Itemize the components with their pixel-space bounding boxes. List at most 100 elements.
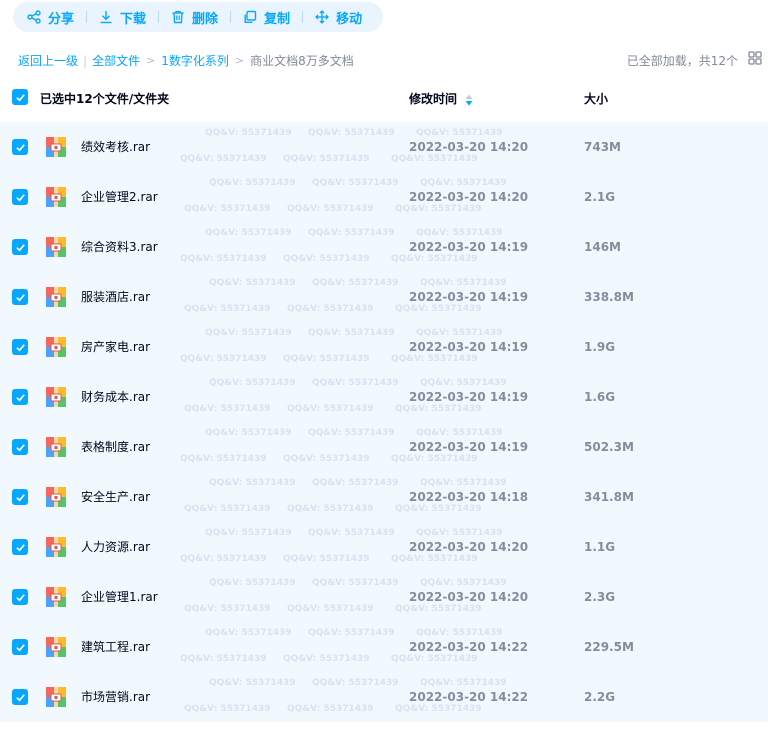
file-name[interactable]: 综合资料3.rar (81, 238, 158, 256)
file-checkbox[interactable] (12, 239, 28, 255)
share-icon (27, 10, 41, 24)
file-checkbox[interactable] (12, 689, 28, 705)
check-icon (15, 93, 25, 101)
toolbar-divider (230, 11, 232, 23)
check-icon (15, 493, 25, 501)
file-name[interactable]: 建筑工程.rar (81, 638, 150, 656)
file-row[interactable]: 财务成本.rar 2022-03-20 14:19 1.6G (0, 372, 768, 422)
file-checkbox[interactable] (12, 639, 28, 655)
file-name[interactable]: 服装酒店.rar (81, 288, 150, 306)
archive-file-icon (46, 387, 66, 407)
file-modified-time: 2022-03-20 14:22 (409, 640, 529, 654)
check-icon (15, 443, 25, 451)
check-icon (15, 143, 25, 151)
file-size: 338.8M (584, 290, 634, 304)
download-button[interactable]: 下载 (99, 2, 146, 32)
file-name[interactable]: 表格制度.rar (81, 438, 150, 456)
file-modified-time: 2022-03-20 14:20 (409, 540, 529, 554)
file-row[interactable]: 安全生产.rar 2022-03-20 14:18 341.8M (0, 472, 768, 522)
file-row[interactable]: 表格制度.rar 2022-03-20 14:19 502.3M (0, 422, 768, 472)
file-name[interactable]: 安全生产.rar (81, 488, 150, 506)
archive-file-icon (46, 287, 66, 307)
file-name[interactable]: 财务成本.rar (81, 388, 150, 406)
file-name[interactable]: 人力资源.rar (81, 538, 150, 556)
grid-view-icon[interactable] (748, 51, 762, 65)
file-row[interactable]: 建筑工程.rar 2022-03-20 14:22 229.5M (0, 622, 768, 672)
chevron-right-icon: > (234, 54, 245, 67)
archive-file-icon (46, 487, 66, 507)
share-label: 分享 (48, 11, 75, 27)
file-checkbox[interactable] (12, 139, 28, 155)
check-icon (15, 193, 25, 201)
file-checkbox[interactable] (12, 439, 28, 455)
file-size: 1.9G (584, 340, 616, 354)
file-row[interactable]: 服装酒店.rar 2022-03-20 14:19 338.8M (0, 272, 768, 322)
file-size: 1.1G (584, 540, 616, 554)
file-checkbox[interactable] (12, 339, 28, 355)
breadcrumb-folder-link[interactable]: 1数字化系列 (161, 52, 229, 69)
copy-label: 复制 (264, 11, 291, 27)
file-modified-time: 2022-03-20 14:19 (409, 440, 529, 454)
share-button[interactable]: 分享 (27, 2, 74, 32)
file-modified-time: 2022-03-20 14:20 (409, 590, 529, 604)
archive-file-icon (46, 537, 66, 557)
file-row[interactable]: 人力资源.rar 2022-03-20 14:20 1.1G (0, 522, 768, 572)
file-modified-time: 2022-03-20 14:19 (409, 390, 529, 404)
chevron-right-icon: > (146, 54, 156, 67)
file-row[interactable]: 综合资料3.rar 2022-03-20 14:19 146M (0, 222, 768, 272)
file-row[interactable]: 房产家电.rar 2022-03-20 14:19 1.9G (0, 322, 768, 372)
download-label: 下载 (120, 11, 147, 27)
move-icon (315, 10, 329, 24)
file-checkbox[interactable] (12, 389, 28, 405)
check-icon (15, 693, 25, 701)
file-row[interactable]: 市场营销.rar 2022-03-20 14:22 2.2G (0, 672, 768, 722)
file-checkbox[interactable] (12, 589, 28, 605)
file-name[interactable]: 房产家电.rar (81, 338, 150, 356)
delete-button[interactable]: 删除 (171, 2, 218, 32)
sort-icon[interactable] (465, 94, 473, 106)
breadcrumb: 返回上一级 | 全部文件 > 1数字化系列 > 商业文档8万多文档 (18, 52, 354, 69)
archive-file-icon (46, 687, 66, 707)
select-all-checkbox[interactable] (12, 89, 28, 105)
archive-file-icon (46, 637, 66, 657)
file-name[interactable]: 企业管理1.rar (81, 588, 158, 606)
file-checkbox[interactable] (12, 489, 28, 505)
breadcrumb-back-link[interactable]: 返回上一级 (18, 52, 78, 69)
file-name[interactable]: 市场营销.rar (81, 688, 150, 706)
file-size: 2.1G (584, 190, 616, 204)
file-size: 146M (584, 240, 621, 254)
delete-label: 删除 (192, 11, 219, 27)
copy-button[interactable]: 复制 (243, 2, 290, 32)
size-column-header[interactable]: 大小 (584, 90, 608, 107)
check-icon (15, 593, 25, 601)
file-size: 1.6G (584, 390, 616, 404)
file-row[interactable]: 绩效考核.rar 2022-03-20 14:20 743M (0, 122, 768, 172)
move-button[interactable]: 移动 (315, 2, 362, 32)
check-icon (15, 543, 25, 551)
breadcrumb-divider: | (83, 53, 88, 68)
file-list: 绩效考核.rar 2022-03-20 14:20 743M 企业管理2.rar 202… (0, 122, 768, 722)
file-modified-time: 2022-03-20 14:19 (409, 240, 529, 254)
modified-column-header[interactable]: 修改时间 (409, 90, 473, 107)
check-icon (15, 243, 25, 251)
breadcrumb-current: 商业文档8万多文档 (250, 54, 354, 68)
file-checkbox[interactable] (12, 289, 28, 305)
toolbar-divider (86, 11, 88, 23)
file-row[interactable]: 企业管理1.rar 2022-03-20 14:20 2.3G (0, 572, 768, 622)
file-name[interactable]: 企业管理2.rar (81, 188, 158, 206)
file-modified-time: 2022-03-20 14:20 (409, 140, 529, 154)
breadcrumb-all-files-link[interactable]: 全部文件 (92, 52, 140, 69)
check-icon (15, 393, 25, 401)
file-size: 2.2G (584, 690, 616, 704)
file-modified-time: 2022-03-20 14:18 (409, 490, 529, 504)
file-checkbox[interactable] (12, 539, 28, 555)
download-icon (100, 11, 112, 24)
file-checkbox[interactable] (12, 189, 28, 205)
load-status: 已全部加载，共12个 (626, 54, 738, 68)
archive-file-icon (46, 187, 66, 207)
file-name[interactable]: 绩效考核.rar (81, 138, 150, 156)
file-size: 341.8M (584, 490, 634, 504)
file-row[interactable]: 企业管理2.rar 2022-03-20 14:20 2.1G (0, 172, 768, 222)
file-size: 2.3G (584, 590, 616, 604)
archive-file-icon (46, 437, 66, 457)
